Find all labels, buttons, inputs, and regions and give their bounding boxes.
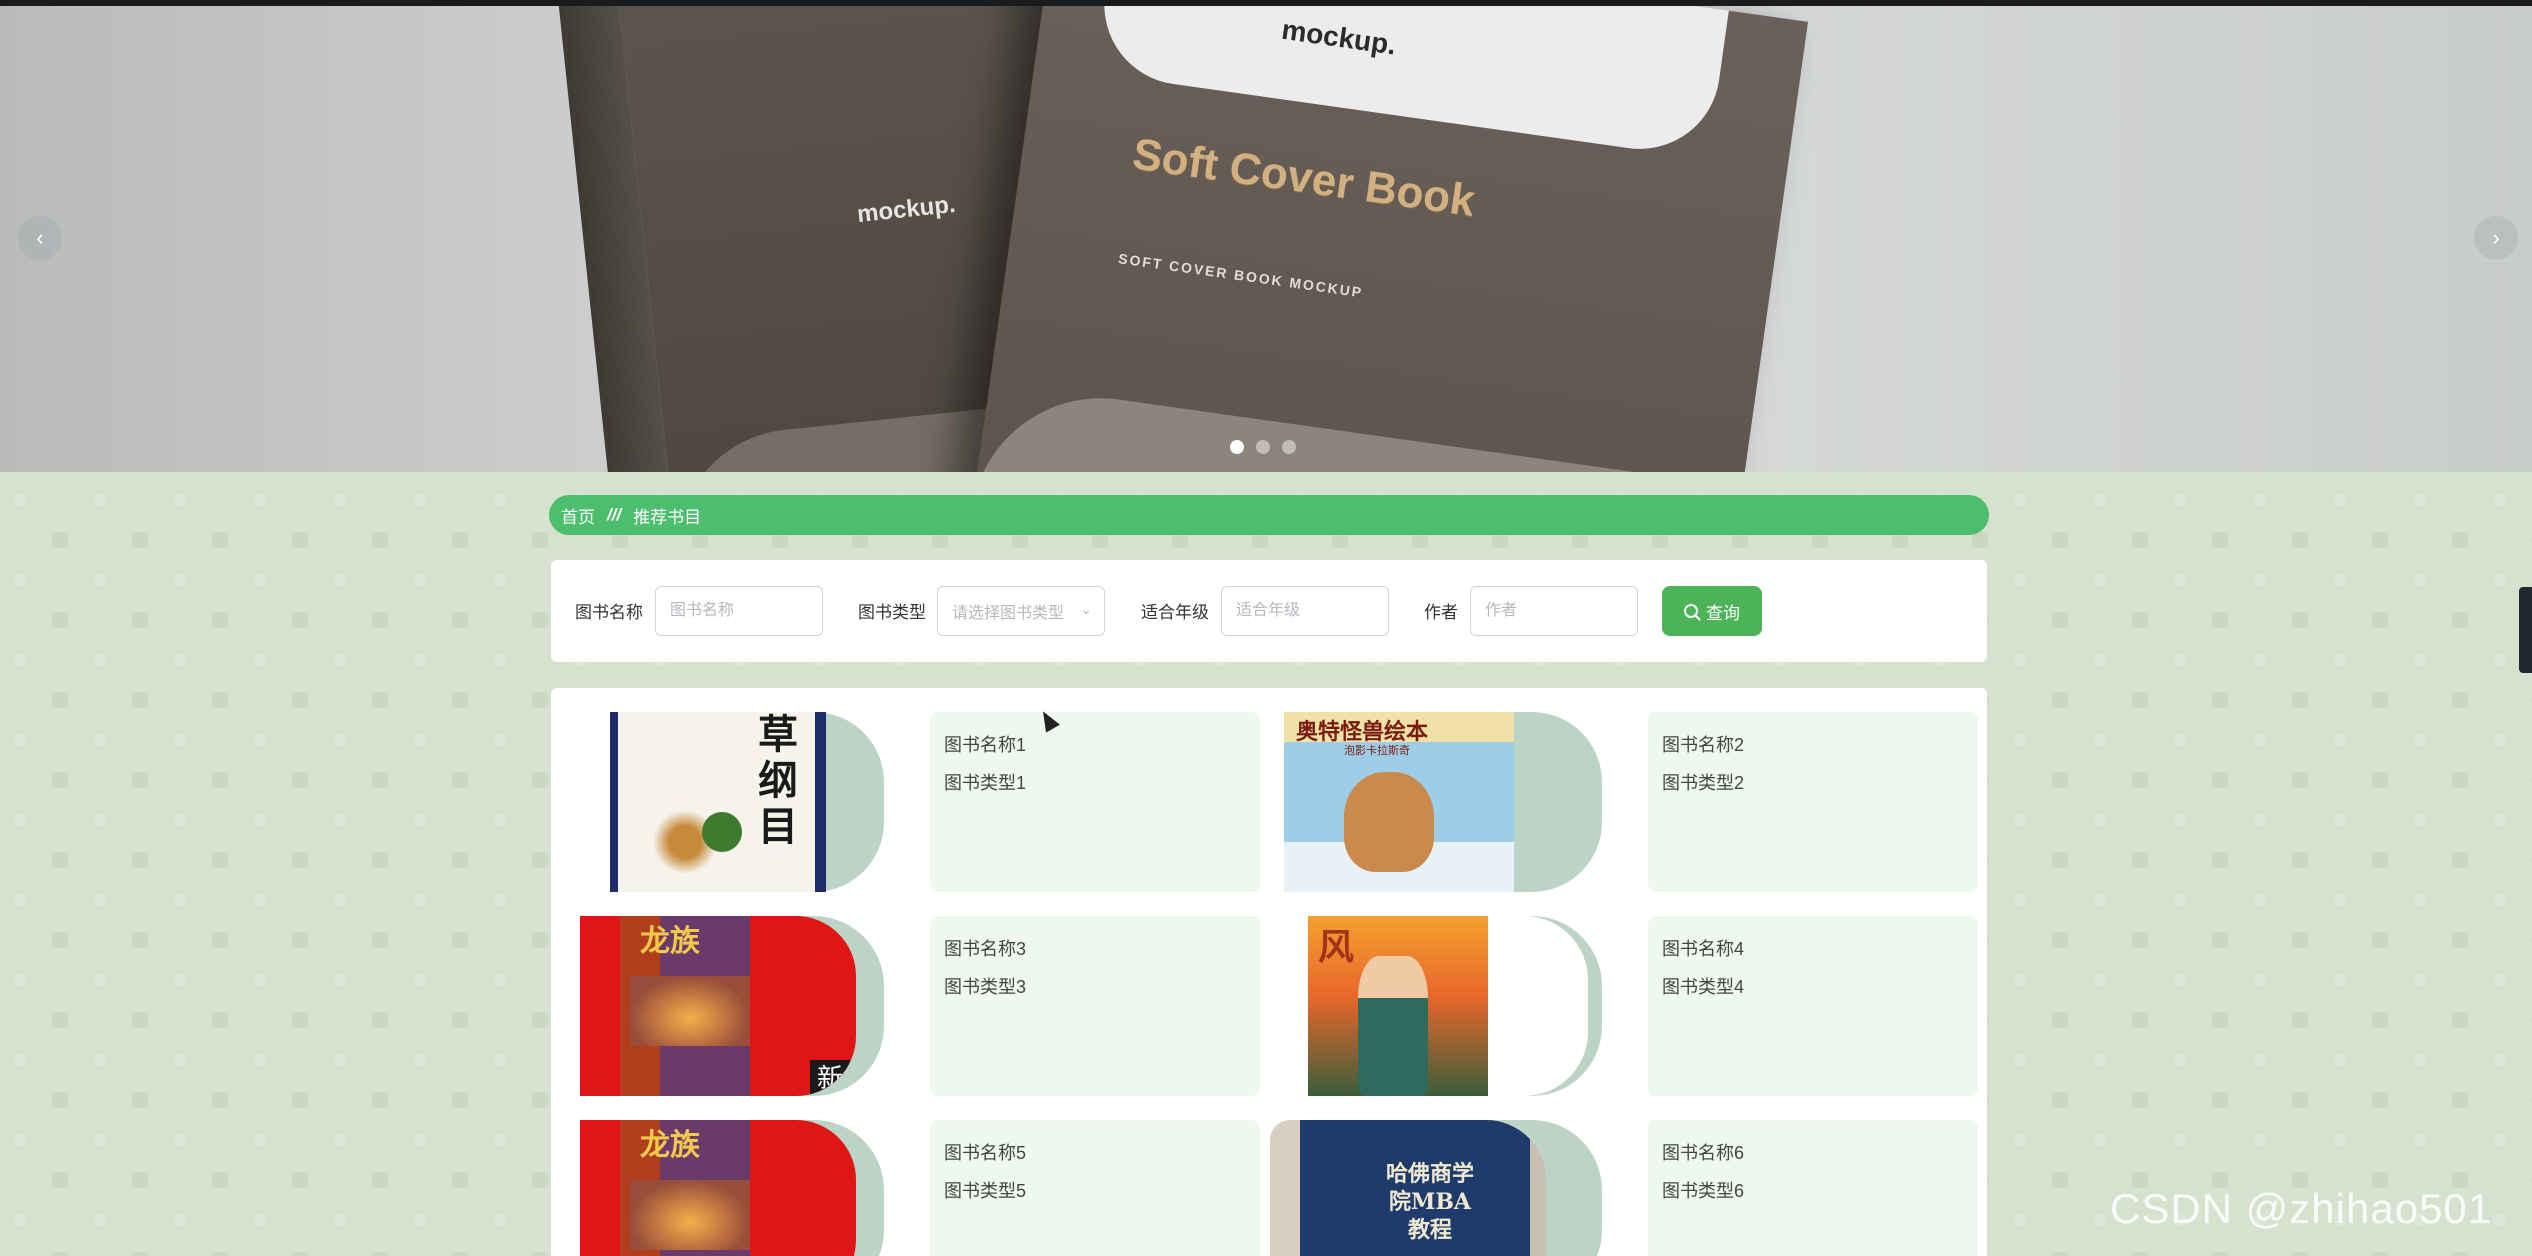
search-icon bbox=[1684, 604, 1698, 618]
grade-input[interactable] bbox=[1221, 586, 1389, 636]
book-cover-badge-3: 新 bbox=[810, 1060, 850, 1096]
book-type-1: 图书类型1 bbox=[944, 773, 1027, 793]
book-list-panel: 草纲目 图书名称1 图书类型1 奥特怪兽绘本 泡影卡拉斯奇 图书名称2 图书类型… bbox=[551, 688, 1987, 1256]
book-type-6: 图书类型6 bbox=[1662, 1181, 1745, 1201]
book-cover-6[interactable]: 哈佛商学院MBA教程 bbox=[1270, 1120, 1546, 1256]
book-type-4: 图书类型4 bbox=[1662, 977, 1745, 997]
book-cover-1[interactable]: 草纲目 bbox=[610, 712, 826, 892]
book-type-placeholder: 请选择图书类型 bbox=[952, 605, 1065, 622]
book-info-3: 图书名称3 图书类型3 bbox=[930, 916, 1260, 1096]
book-name-5: 图书名称5 bbox=[944, 1143, 1027, 1163]
book-name-3: 图书名称3 bbox=[944, 939, 1027, 959]
book-cover-title-6: 哈佛商学院MBA教程 bbox=[1385, 1161, 1474, 1243]
author-input[interactable] bbox=[1470, 586, 1638, 636]
book-info-2: 图书名称2 图书类型2 bbox=[1648, 712, 1978, 892]
book-cover-3[interactable]: 龙族 新 bbox=[580, 916, 856, 1096]
search-panel: 图书名称 图书类型 请选择图书类型 ⌄ 适合年级 作者 查询 bbox=[551, 560, 1987, 662]
book-name-1: 图书名称1 bbox=[944, 735, 1027, 755]
book-cover-title-5: 龙族 bbox=[640, 1128, 700, 1163]
banner-carousel[interactable]: mockup. mockup. Soft Cover Book SOFT COV… bbox=[0, 6, 2532, 472]
query-button[interactable]: 查询 bbox=[1662, 586, 1762, 636]
side-scroll-handle[interactable] bbox=[2519, 587, 2532, 673]
book-name-2: 图书名称2 bbox=[1662, 735, 1745, 755]
breadcrumb-home[interactable]: 首页 bbox=[561, 503, 595, 528]
book-cover-subtitle-2: 泡影卡拉斯奇 bbox=[1344, 745, 1410, 757]
book-card-3[interactable]: 龙族 新 图书名称3 图书类型3 bbox=[566, 916, 1266, 1096]
book-cover-4[interactable]: 风 bbox=[1308, 916, 1488, 1096]
book-type-label: 图书类型 bbox=[858, 603, 926, 622]
book-card-6[interactable]: 哈佛商学院MBA教程 图书名称6 图书类型6 bbox=[1270, 1120, 1984, 1256]
book-info-6: 图书名称6 图书类型6 bbox=[1648, 1120, 1978, 1256]
carousel-indicators bbox=[1230, 440, 1296, 454]
author-label: 作者 bbox=[1424, 603, 1458, 622]
carousel-prev-button[interactable]: ‹ bbox=[18, 216, 62, 260]
front-book-subtitle: SOFT COVER BOOK MOCKUP bbox=[1117, 250, 1365, 301]
book-card-2[interactable]: 奥特怪兽绘本 泡影卡拉斯奇 图书名称2 图书类型2 bbox=[1284, 712, 1984, 892]
book-cover-title-4: 风 bbox=[1318, 926, 1355, 968]
chevron-down-icon: ⌄ bbox=[1080, 601, 1092, 617]
book-info-1: 图书名称1 图书类型1 bbox=[930, 712, 1260, 892]
watermark: CSDN @zhihao501 bbox=[2110, 1185, 2493, 1232]
banner-front-book: mockup. Soft Cover Book SOFT COVER BOOK … bbox=[971, 6, 1809, 472]
carousel-dot-1[interactable] bbox=[1230, 440, 1244, 454]
book-card-1[interactable]: 草纲目 图书名称1 图书类型1 bbox=[566, 712, 1266, 892]
chevron-left-icon: ‹ bbox=[36, 225, 44, 250]
book-card-5[interactable]: 龙族 图书名称5 图书类型5 bbox=[566, 1120, 1266, 1256]
book-cover-title-3: 龙族 bbox=[640, 924, 700, 959]
book-type-2: 图书类型2 bbox=[1662, 773, 1745, 793]
book-cover-title-1: 草纲目 bbox=[758, 712, 798, 850]
book-type-select[interactable]: 请选择图书类型 ⌄ bbox=[937, 586, 1105, 636]
front-book-title: Soft Cover Book bbox=[1129, 129, 1478, 226]
book-name-input[interactable] bbox=[655, 586, 823, 636]
book-cover-5[interactable]: 龙族 bbox=[580, 1120, 856, 1256]
carousel-dot-2[interactable] bbox=[1256, 440, 1270, 454]
book-info-4: 图书名称4 图书类型4 bbox=[1648, 916, 1978, 1096]
book-info-5: 图书名称5 图书类型5 bbox=[930, 1120, 1260, 1256]
book-name-label: 图书名称 bbox=[575, 603, 643, 622]
grade-label: 适合年级 bbox=[1141, 603, 1209, 622]
book-card-4[interactable]: 风 图书名称4 图书类型4 bbox=[1284, 916, 1984, 1096]
book-name-6: 图书名称6 bbox=[1662, 1143, 1745, 1163]
chevron-right-icon: › bbox=[2492, 225, 2500, 250]
book-type-3: 图书类型3 bbox=[944, 977, 1027, 997]
book-name-4: 图书名称4 bbox=[1662, 939, 1745, 959]
breadcrumb: 首页 /// 推荐书目 bbox=[549, 495, 1989, 535]
book-cover-2[interactable]: 奥特怪兽绘本 泡影卡拉斯奇 bbox=[1284, 712, 1514, 892]
book-type-5: 图书类型5 bbox=[944, 1181, 1027, 1201]
carousel-dot-3[interactable] bbox=[1282, 440, 1296, 454]
query-button-label: 查询 bbox=[1706, 603, 1740, 623]
back-book-logo: mockup. bbox=[855, 190, 957, 229]
carousel-next-button[interactable]: › bbox=[2474, 216, 2518, 260]
breadcrumb-separator: /// bbox=[607, 505, 622, 524]
breadcrumb-current: 推荐书目 bbox=[633, 507, 702, 527]
